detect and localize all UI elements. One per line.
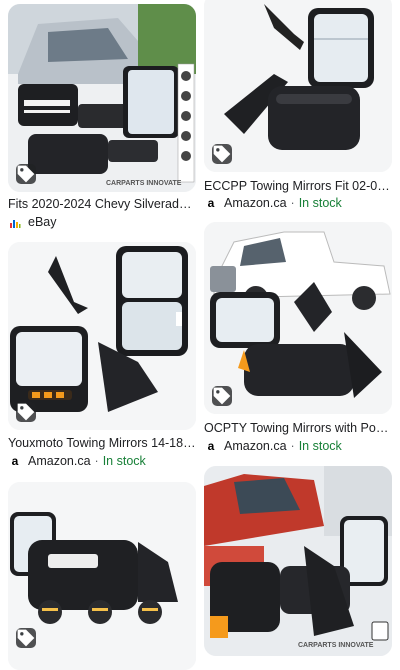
- watermark: CARPARTS INNOVATE: [298, 642, 374, 649]
- tag-icon: [212, 386, 232, 406]
- towing-mirror-image: [8, 482, 196, 670]
- product-image[interactable]: [8, 482, 196, 670]
- result-card-youxmoto[interactable]: Youxmoto Towing Mirrors 14-18 f... a Ama…: [0, 240, 200, 480]
- ebay-icon: [8, 216, 22, 230]
- product-image[interactable]: [204, 222, 392, 414]
- source-name: Amazon.ca: [224, 196, 287, 210]
- source-name: Amazon.ca: [224, 439, 287, 453]
- towing-mirror-image: [204, 222, 392, 414]
- result-title[interactable]: Youxmoto Towing Mirrors 14-18 f...: [8, 436, 196, 451]
- towing-mirror-image: [204, 466, 392, 656]
- result-card-chevy-silverado[interactable]: CARPARTS INNOVATE Fits 2020-2024 Chevy S…: [0, 0, 200, 240]
- tag-icon: [16, 628, 36, 648]
- result-card-bottom-left[interactable]: [0, 480, 200, 670]
- separator-dot: ·: [94, 454, 99, 468]
- tag-icon: [16, 164, 36, 184]
- result-card-bottom-right[interactable]: CARPARTS INNOVATE: [200, 462, 400, 661]
- watermark: CARPARTS INNOVATE: [106, 180, 182, 187]
- product-image[interactable]: [204, 0, 392, 172]
- result-title[interactable]: Fits 2020-2024 Chevy Silverado...: [8, 197, 196, 212]
- result-card-eccpp[interactable]: ECCPP Towing Mirrors Fit 02-08... a Amaz…: [200, 0, 400, 240]
- result-source[interactable]: a Amazon.ca · In stock: [204, 439, 342, 454]
- source-name: Amazon.ca: [28, 454, 91, 468]
- towing-mirror-image: [8, 242, 196, 430]
- result-title[interactable]: ECCPP Towing Mirrors Fit 02-08...: [204, 179, 392, 194]
- tag-icon: [16, 402, 36, 422]
- result-title[interactable]: OCPTY Towing Mirrors with Pow...: [204, 421, 392, 436]
- separator-dot: ·: [290, 439, 295, 453]
- amazon-icon: a: [207, 439, 215, 453]
- towing-mirror-image: [8, 4, 196, 192]
- product-image[interactable]: CARPARTS INNOVATE: [8, 4, 196, 192]
- separator-dot: ·: [290, 196, 295, 210]
- amazon-icon: a: [11, 454, 19, 468]
- result-source[interactable]: eBay: [8, 215, 57, 230]
- stock-status: In stock: [102, 454, 146, 468]
- tag-icon: [212, 144, 232, 164]
- source-name: eBay: [28, 215, 57, 229]
- stock-status: In stock: [298, 196, 342, 210]
- amazon-icon: a: [207, 196, 215, 210]
- result-source[interactable]: a Amazon.ca · In stock: [8, 454, 146, 469]
- result-card-ocpty[interactable]: OCPTY Towing Mirrors with Pow... a Amazo…: [200, 218, 400, 458]
- product-image[interactable]: CARPARTS INNOVATE: [204, 466, 392, 656]
- product-image[interactable]: [8, 242, 196, 430]
- towing-mirror-image: [204, 0, 392, 172]
- result-source[interactable]: a Amazon.ca · In stock: [204, 196, 342, 211]
- stock-status: In stock: [298, 439, 342, 453]
